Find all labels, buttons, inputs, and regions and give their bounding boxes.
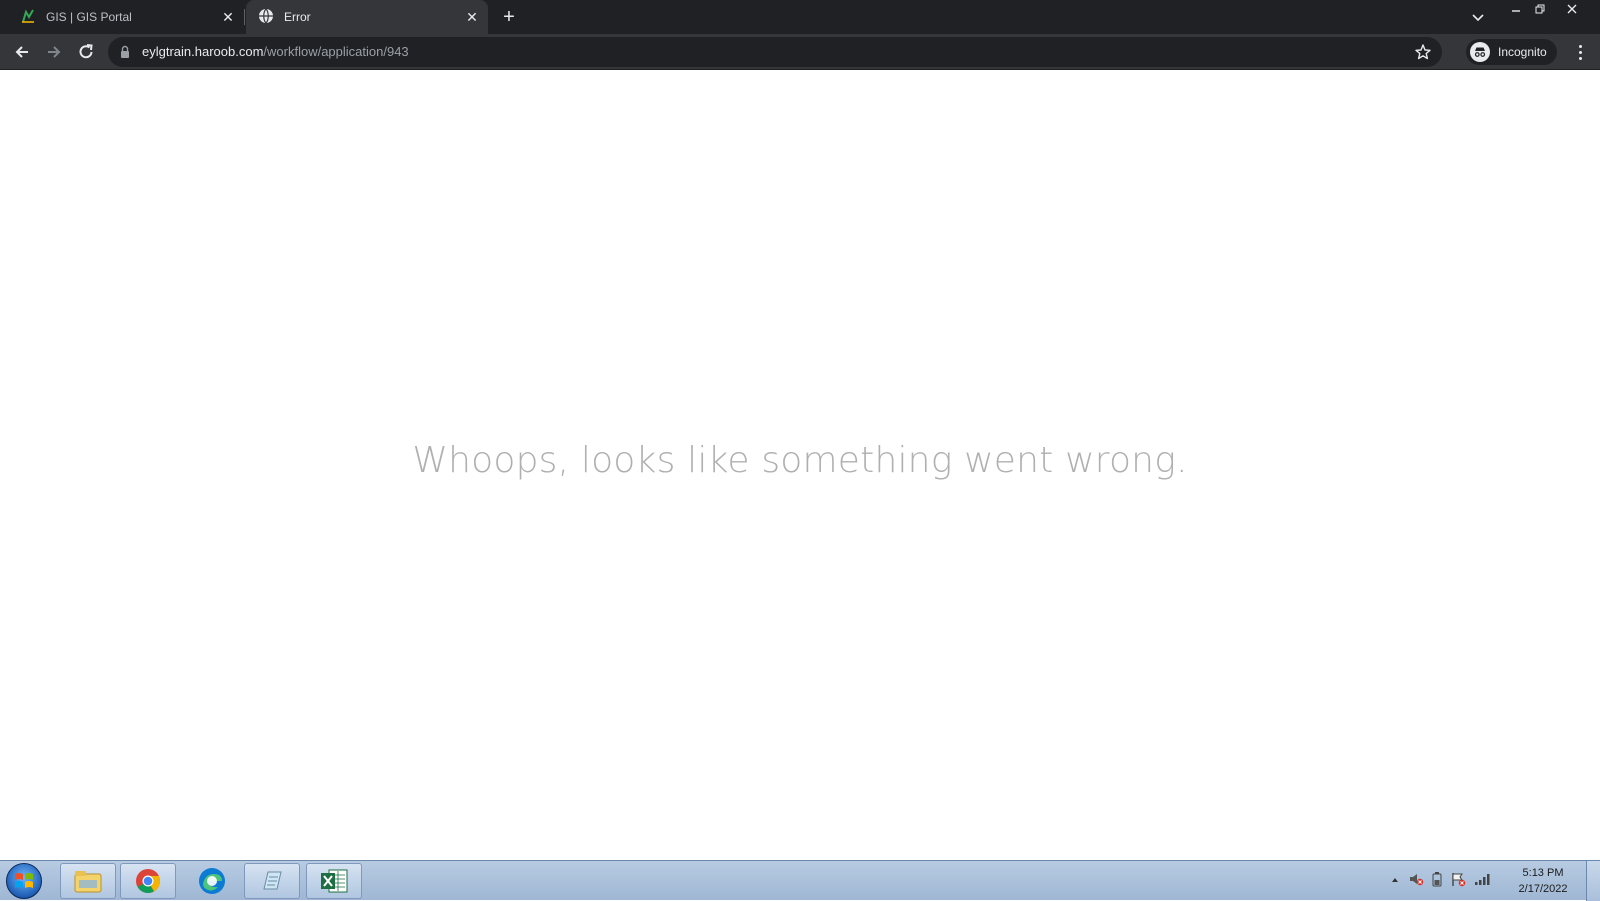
reload-button[interactable] [74, 40, 98, 64]
plus-icon: + [503, 6, 515, 28]
system-tray [1390, 869, 1492, 893]
tab-separator [244, 9, 245, 25]
windows-logo-icon [15, 873, 33, 888]
restore-window-button[interactable] [1527, 0, 1553, 18]
browser-toolbar: eylgtrain.haroob.com/workflow/applicatio… [0, 34, 1600, 70]
show-hidden-icons-button[interactable] [1390, 872, 1400, 890]
chevron-up-icon [1392, 878, 1398, 882]
minimize-window-button[interactable] [1503, 0, 1529, 18]
tab-search-button[interactable] [1470, 9, 1486, 25]
profile-label: Incognito [1498, 45, 1547, 59]
url-host: eylgtrain.haroob.com [142, 44, 264, 59]
tab-gis-portal[interactable]: GIS | GIS Portal ✕ [8, 0, 244, 34]
incognito-icon [1470, 42, 1490, 62]
kebab-menu-icon [1578, 44, 1582, 48]
address-bar[interactable]: eylgtrain.haroob.com/workflow/applicatio… [108, 37, 1442, 67]
incognito-profile-button[interactable]: Incognito [1466, 39, 1557, 65]
taskbar-chrome[interactable] [120, 863, 176, 899]
globe-icon [258, 8, 274, 27]
page-content: Whoops, looks like something went wrong. [0, 70, 1600, 860]
browser-tab-strip: GIS | GIS Portal ✕ Error ✕ + [0, 0, 1600, 34]
volume-muted-icon[interactable] [1408, 871, 1424, 892]
error-message: Whoops, looks like something went wrong. [412, 440, 1188, 481]
arrow-left-icon [15, 46, 28, 58]
folder-icon [74, 871, 102, 893]
url-path: /workflow/application/943 [263, 44, 409, 59]
forward-button[interactable] [42, 40, 66, 64]
restore-icon [1535, 4, 1545, 14]
gis-leaf-icon [20, 8, 36, 27]
tab-error[interactable]: Error ✕ [246, 0, 488, 34]
reload-icon [79, 44, 93, 59]
taskbar-clock[interactable]: 5:13 PM 2/17/2022 [1508, 865, 1578, 897]
taskbar-excel[interactable] [306, 863, 362, 899]
tab-title: GIS | GIS Portal [46, 10, 132, 24]
close-window-button[interactable] [1556, 0, 1588, 18]
arrow-right-icon [48, 46, 61, 58]
taskbar-file-explorer[interactable] [60, 863, 116, 899]
action-center-flag-icon[interactable] [1450, 871, 1466, 892]
star-icon[interactable] [1414, 43, 1432, 61]
windows-taskbar: 5:13 PM 2/17/2022 [0, 860, 1600, 901]
clock-date: 2/17/2022 [1518, 883, 1568, 895]
new-tab-button[interactable]: + [498, 7, 520, 29]
start-button[interactable] [6, 863, 42, 899]
close-tab-icon[interactable]: ✕ [464, 9, 480, 25]
show-desktop-button[interactable] [1586, 861, 1600, 901]
network-signal-icon[interactable] [1474, 872, 1492, 891]
browser-menu-button[interactable] [1570, 42, 1590, 62]
chevron-down-icon [1472, 14, 1484, 22]
close-tab-icon[interactable]: ✕ [220, 9, 236, 25]
battery-icon[interactable] [1432, 871, 1442, 892]
clock-time: 5:13 PM [1522, 867, 1564, 879]
notepad-icon [263, 871, 282, 890]
close-icon [1567, 4, 1577, 14]
edge-icon [199, 868, 225, 894]
tab-title: Error [284, 10, 311, 24]
back-button[interactable] [10, 40, 34, 64]
url-text[interactable]: eylgtrain.haroob.com/workflow/applicatio… [142, 44, 409, 59]
taskbar-edge[interactable] [184, 863, 240, 899]
minimize-icon [1512, 10, 1520, 12]
chrome-icon [136, 869, 161, 894]
taskbar-notepad[interactable] [244, 863, 300, 899]
lock-icon[interactable] [118, 45, 132, 59]
excel-icon [321, 869, 348, 893]
